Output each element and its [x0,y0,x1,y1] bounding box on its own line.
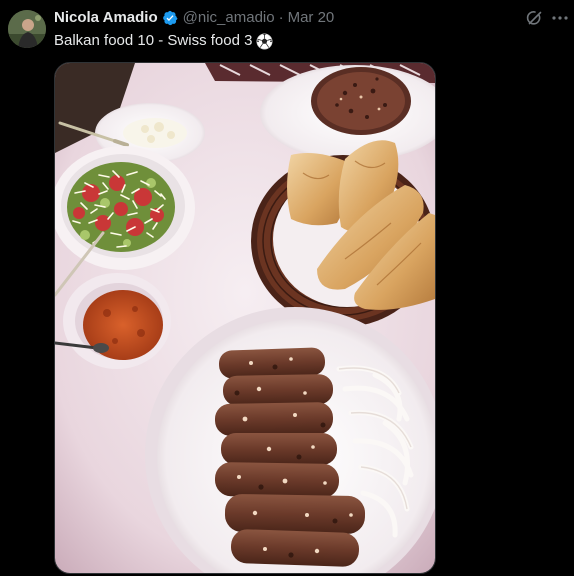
post-photo[interactable] [54,62,436,574]
avatar[interactable] [8,10,46,48]
verified-badge-icon [162,10,178,26]
more-dots-icon[interactable] [551,9,569,27]
avatar-image [8,10,46,48]
soccer-ball-icon [256,33,273,50]
post-header: Nicola Amadio @nic_amadio · Mar 20 [54,9,514,27]
post-text: Balkan food 10 - Swiss food 3 [54,32,253,49]
author-handle[interactable]: @nic_amadio [183,9,275,27]
grok-icon[interactable] [526,9,544,27]
food-photo-image [55,63,435,573]
post-text-container: Balkan food 10 - Swiss food 3 [54,31,273,51]
separator-dot: · [278,9,284,26]
author-name[interactable]: Nicola Amadio [54,9,158,27]
post-date[interactable]: Mar 20 [288,9,335,27]
